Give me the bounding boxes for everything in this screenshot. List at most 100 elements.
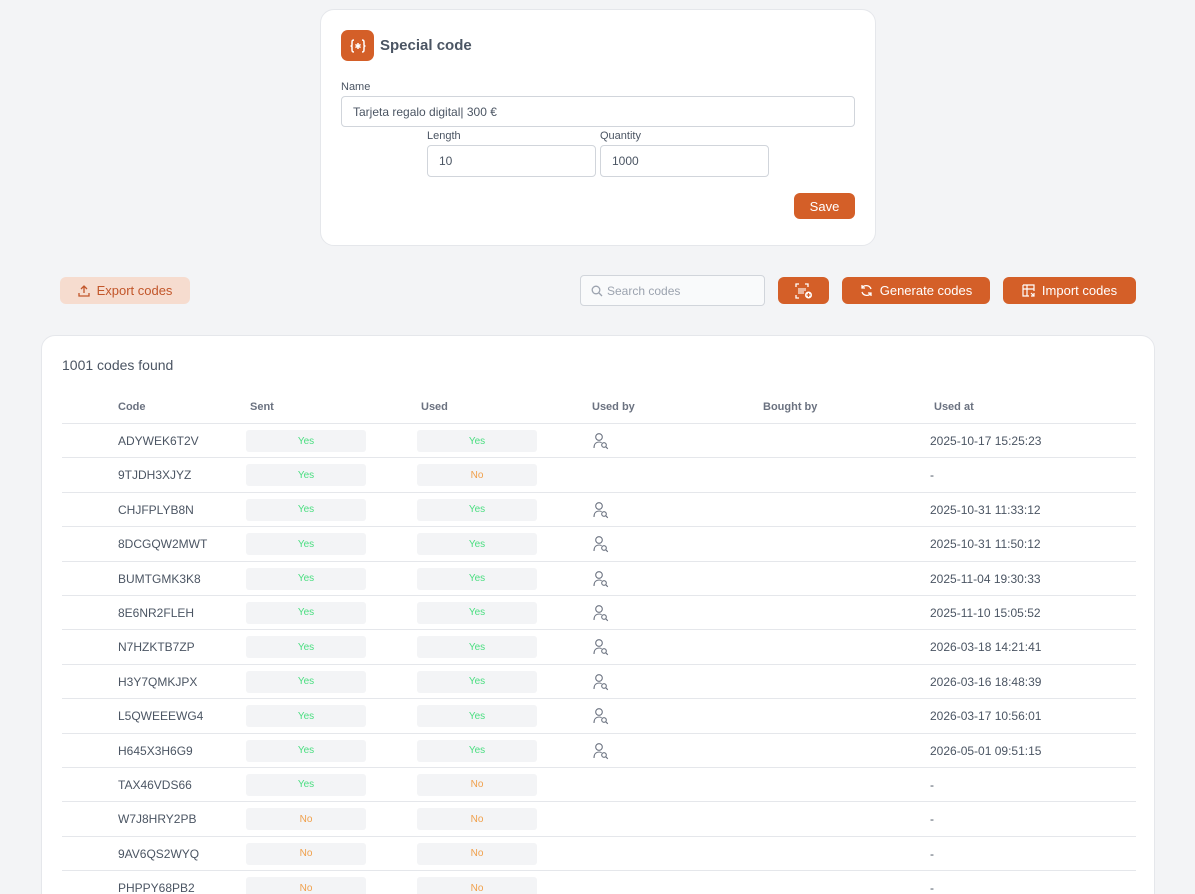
header-sent: Sent xyxy=(250,401,274,413)
code-cell: N7HZKTB7ZP xyxy=(118,640,195,655)
generate-codes-label: Generate codes xyxy=(879,283,973,298)
used-at-cell: 2025-10-31 11:33:12 xyxy=(930,502,1041,517)
code-cell: W7J8HRY2PB xyxy=(118,812,197,827)
sent-status-badge: Yes xyxy=(246,601,366,624)
codes-table-card: 1001 codes found Code Sent Used Used by … xyxy=(41,335,1155,894)
code-cell: PHPPY68PB2 xyxy=(118,881,195,894)
used-status-badge: Yes xyxy=(417,601,537,624)
length-input[interactable]: 10 xyxy=(427,145,596,177)
used-at-cell: 2026-03-17 10:56:01 xyxy=(930,709,1042,724)
search-icon xyxy=(591,285,603,297)
table-row: 9AV6QS2WYQ No No - xyxy=(62,837,1136,872)
form-title: Special code xyxy=(380,37,472,54)
user-search-icon[interactable] xyxy=(593,673,609,691)
sent-status-badge: Yes xyxy=(246,636,366,659)
sent-status-badge: Yes xyxy=(246,567,366,590)
user-search-icon[interactable] xyxy=(593,604,609,622)
code-cell: L5QWEEEWG4 xyxy=(118,709,204,724)
table-row: N7HZKTB7ZP Yes Yes 2026-03-18 14:21:41 xyxy=(62,630,1136,665)
table-import-icon xyxy=(1022,284,1035,297)
user-search-icon[interactable] xyxy=(593,432,609,450)
name-input-value: Tarjeta regalo digital| 300 € xyxy=(353,104,497,119)
table-row: PHPPY68PB2 No No - xyxy=(62,871,1136,894)
used-at-cell: 2026-05-01 09:51:15 xyxy=(930,743,1042,758)
export-codes-button[interactable]: Export codes xyxy=(60,277,190,304)
code-cell: 8DCGQW2MWT xyxy=(118,537,208,552)
code-cell: CHJFPLYB8N xyxy=(118,502,194,517)
sent-status-badge: No xyxy=(246,842,366,865)
table-row: 8DCGQW2MWT Yes Yes 2025-10-31 11:50:12 xyxy=(62,527,1136,562)
used-status-badge: Yes xyxy=(417,567,537,590)
used-status-badge: No xyxy=(417,773,537,796)
table-body: ADYWEK6T2V Yes Yes 2025-10-17 15:25:23 9TJDH… xyxy=(62,424,1136,894)
sent-status-badge: Yes xyxy=(246,533,366,556)
table-row: 8E6NR2FLEH Yes Yes 2025-11-10 15:05:52 xyxy=(62,596,1136,631)
used-status-badge: No xyxy=(417,808,537,831)
table-row: BUMTGMK3K8 Yes Yes 2025-11-04 19:30:33 xyxy=(62,562,1136,596)
table-row: 9TJDH3XJYZ Yes No - xyxy=(62,458,1136,493)
code-cell: 9TJDH3XJYZ xyxy=(118,468,192,483)
scan-code-button[interactable] xyxy=(778,277,829,304)
used-at-cell: 2026-03-18 14:21:41 xyxy=(930,640,1042,655)
user-search-icon[interactable] xyxy=(593,638,609,656)
user-search-icon[interactable] xyxy=(593,707,609,725)
used-at-cell: - xyxy=(930,881,934,894)
search-codes-input[interactable]: Search codes xyxy=(580,275,765,306)
form-header: Special code xyxy=(341,30,472,61)
name-label: Name xyxy=(341,81,371,93)
name-input[interactable]: Tarjeta regalo digital| 300 € xyxy=(341,96,855,127)
code-cell: 8E6NR2FLEH xyxy=(118,605,195,620)
used-at-cell: - xyxy=(930,846,934,861)
upload-icon xyxy=(77,284,90,297)
used-status-badge: No xyxy=(417,464,537,487)
length-label: Length xyxy=(427,130,461,142)
table-row: ADYWEK6T2V Yes Yes 2025-10-17 15:25:23 xyxy=(62,424,1136,459)
table-row: H645X3H6G9 Yes Yes 2026-05-01 09:51:15 xyxy=(62,734,1136,768)
quantity-input[interactable]: 1000 xyxy=(600,145,769,177)
code-cell: H3Y7QMKJPX xyxy=(118,674,198,689)
used-status-badge: Yes xyxy=(417,430,537,452)
header-code: Code xyxy=(118,401,146,413)
used-at-cell: 2026-03-16 18:48:39 xyxy=(930,674,1042,689)
code-cell: TAX46VDS66 xyxy=(118,777,192,792)
search-placeholder: Search codes xyxy=(607,283,681,298)
qr-scan-add-icon xyxy=(794,282,813,299)
used-status-badge: Yes xyxy=(417,670,537,693)
table-row: W7J8HRY2PB No No - xyxy=(62,802,1136,837)
table-header: Code Sent Used Used by Bought by Used at xyxy=(62,397,1136,424)
special-code-form: Special code Name Tarjeta regalo digital… xyxy=(320,9,876,246)
quantity-label: Quantity xyxy=(600,130,641,142)
refresh-icon xyxy=(860,284,873,297)
sent-status-badge: Yes xyxy=(246,430,366,452)
header-bought-by: Bought by xyxy=(763,401,818,413)
header-used: Used xyxy=(421,401,448,413)
codes-found-count: 1001 codes found xyxy=(62,357,174,373)
used-at-cell: 2025-11-04 19:30:33 xyxy=(930,571,1041,586)
used-at-cell: 2025-11-10 15:05:52 xyxy=(930,605,1041,620)
generate-codes-button[interactable]: Generate codes xyxy=(842,277,990,304)
user-search-icon[interactable] xyxy=(593,742,609,760)
used-status-badge: Yes xyxy=(417,533,537,556)
table-row: TAX46VDS66 Yes No - xyxy=(62,768,1136,803)
code-cell: H645X3H6G9 xyxy=(118,743,193,758)
table-row: L5QWEEEWG4 Yes Yes 2026-03-17 10:56:01 xyxy=(62,699,1136,734)
import-codes-button[interactable]: Import codes xyxy=(1003,277,1136,304)
header-used-by: Used by xyxy=(592,401,635,413)
used-at-cell: - xyxy=(930,812,934,827)
import-codes-label: Import codes xyxy=(1041,283,1118,298)
user-search-icon[interactable] xyxy=(593,570,609,588)
sent-status-badge: Yes xyxy=(246,705,366,728)
table-row: H3Y7QMKJPX Yes Yes 2026-03-16 18:48:39 xyxy=(62,665,1136,700)
sent-status-badge: Yes xyxy=(246,498,366,521)
save-button[interactable]: Save xyxy=(794,193,855,219)
used-status-badge: Yes xyxy=(417,739,537,762)
sent-status-badge: Yes xyxy=(246,773,366,796)
used-status-badge: Yes xyxy=(417,498,537,521)
used-status-badge: Yes xyxy=(417,705,537,728)
code-cell: 9AV6QS2WYQ xyxy=(118,846,200,861)
user-search-icon[interactable] xyxy=(593,501,609,519)
used-status-badge: No xyxy=(417,877,537,894)
sent-status-badge: Yes xyxy=(246,464,366,487)
user-search-icon[interactable] xyxy=(593,535,609,553)
used-status-badge: Yes xyxy=(417,636,537,659)
